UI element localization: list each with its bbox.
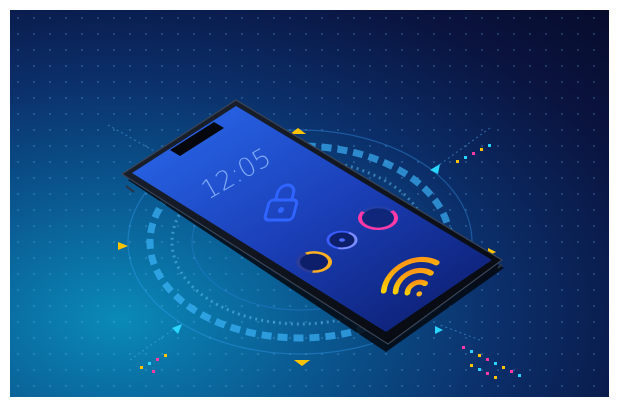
dot-cluster-top-right bbox=[456, 144, 491, 163]
arrow-right-icon bbox=[118, 242, 128, 250]
smartphone bbox=[120, 99, 504, 352]
side-button bbox=[125, 185, 135, 193]
arrow-diag-icon bbox=[172, 324, 182, 334]
illustration-frame: 12:05 bbox=[10, 10, 609, 397]
scene: 12:05 bbox=[107, 99, 521, 379]
arrow-up-icon bbox=[290, 128, 306, 134]
dot-cluster-bottom-right bbox=[462, 346, 521, 379]
arrow-right-icon-3 bbox=[435, 326, 443, 334]
dot-cluster-bottom-left bbox=[140, 354, 167, 373]
arrow-down-icon bbox=[294, 360, 310, 366]
arrow-left-icon bbox=[430, 164, 440, 174]
